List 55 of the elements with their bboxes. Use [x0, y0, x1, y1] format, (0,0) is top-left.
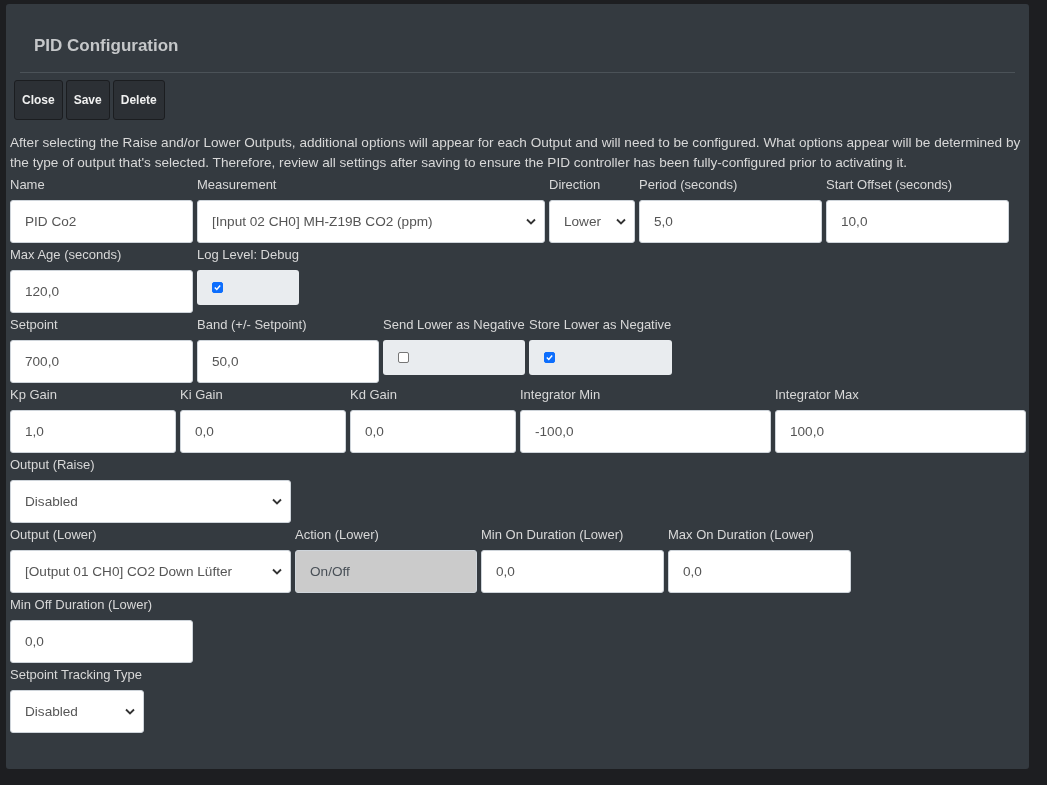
select-dropdown[interactable]: Disabled [10, 480, 291, 523]
text-input[interactable]: -100,0 [520, 410, 771, 453]
field-label: Action (Lower) [295, 526, 380, 544]
chevron-icon [272, 568, 282, 575]
select-dropdown[interactable]: [Input 02 CH0] MH-Z19B CO2 (ppm) [197, 200, 545, 243]
text-input[interactable]: 700,0 [10, 340, 193, 383]
text-input[interactable]: 1,0 [10, 410, 176, 453]
action-button[interactable]: Delete [112, 80, 165, 120]
field-label: Log Level: Debug [197, 246, 299, 264]
text-input[interactable]: 0,0 [668, 550, 851, 593]
field-label: Output (Lower) [10, 526, 98, 544]
text-input[interactable]: 0,0 [350, 410, 516, 453]
field-label: Store Lower as Negative [529, 316, 672, 334]
field-label: Send Lower as Negative [383, 316, 525, 334]
text-input[interactable]: 0,0 [180, 410, 346, 453]
field-label: Min On Duration (Lower) [481, 526, 625, 544]
text-input[interactable]: 5,0 [639, 200, 822, 243]
field-label: Integrator Max [775, 386, 860, 404]
field-label: Measurement [197, 176, 278, 194]
field-label: Kd Gain [350, 386, 398, 404]
field-label: Start Offset (seconds) [826, 176, 954, 194]
field-label: Max Age (seconds) [10, 246, 123, 264]
text-input[interactable]: PID Co2 [10, 200, 193, 243]
select-dropdown[interactable]: Lower [549, 200, 635, 243]
action-button[interactable]: Close [14, 80, 63, 120]
field-label: Period (seconds) [639, 176, 739, 194]
field-label: Setpoint [10, 316, 59, 334]
description-text: After selecting the Raise and/or Lower Outputs, additional options will appear for each Output and will need to be configured. What options appear will be determined by the type of output that's selected. Therefore, review all settings after saving to ensure the PID controller has been fully-configured prior to activating it. [10, 134, 1022, 172]
dialog-title: PID Configuration [33, 35, 180, 57]
text-input[interactable]: 0,0 [10, 620, 193, 663]
field-label: Output (Raise) [10, 456, 96, 474]
field-label: Integrator Min [520, 386, 602, 404]
field-label: Max On Duration (Lower) [668, 526, 815, 544]
chevron-icon [616, 218, 626, 225]
chevron-icon [526, 218, 536, 225]
select-dropdown[interactable]: Disabled [10, 690, 144, 733]
select-dropdown[interactable]: [Output 01 CH0] CO2 Down Lüfter [10, 550, 291, 593]
chevron-icon [125, 708, 135, 715]
field-label: Kp Gain [10, 386, 58, 404]
checkbox[interactable] [398, 352, 409, 363]
field-label: Min Off Duration (Lower) [10, 596, 154, 614]
field-label: Band (+/- Setpoint) [197, 316, 308, 334]
field-label: Direction [549, 176, 602, 194]
field-label: Ki Gain [180, 386, 224, 404]
field-label: Setpoint Tracking Type [10, 666, 143, 684]
action-button[interactable]: Save [65, 80, 110, 120]
text-input[interactable]: 0,0 [481, 550, 664, 593]
checkbox[interactable] [212, 282, 223, 293]
text-input[interactable]: 50,0 [197, 340, 379, 383]
text-input[interactable]: 100,0 [775, 410, 1026, 453]
text-input[interactable]: 120,0 [10, 270, 193, 313]
checkbox[interactable] [544, 352, 555, 363]
text-input[interactable]: 10,0 [826, 200, 1009, 243]
chevron-icon [272, 498, 282, 505]
field-label: Name [10, 176, 46, 194]
